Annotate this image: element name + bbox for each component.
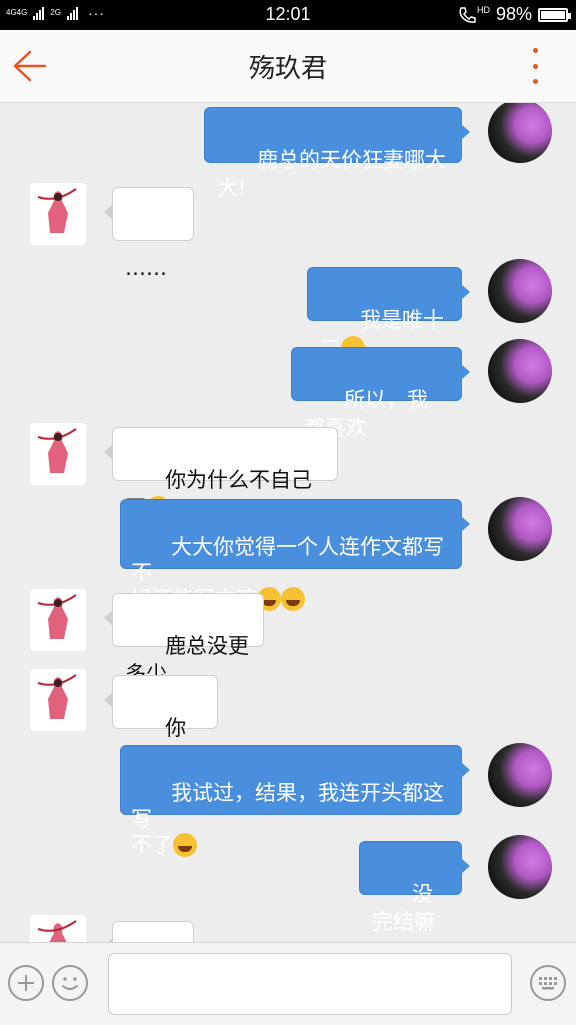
my-avatar[interactable] xyxy=(488,259,552,323)
message-row: 鹿总没更多少 xyxy=(0,589,576,686)
title-bar: 殇玖君 xyxy=(0,30,576,103)
more-dot-icon xyxy=(532,48,538,53)
keyboard-button[interactable] xyxy=(530,965,566,1001)
message-row: 没完结嘛 xyxy=(0,835,576,934)
my-avatar[interactable] xyxy=(488,497,552,561)
message-row: 大大你觉得一个人连作文都写不 好还能写文嘛 xyxy=(0,497,576,611)
contact-avatar-icon xyxy=(37,428,77,473)
emoji-button[interactable] xyxy=(52,965,88,1001)
contact-avatar[interactable] xyxy=(30,915,86,942)
battery-icon xyxy=(538,7,571,22)
contact-avatar-icon xyxy=(37,594,77,639)
message-row-partial xyxy=(0,915,576,942)
message-row: …… xyxy=(0,183,576,280)
message-input[interactable] xyxy=(108,953,512,1015)
message-row: 你确定? xyxy=(0,669,576,768)
battery-fill xyxy=(541,10,565,19)
more-options-button[interactable] xyxy=(530,48,540,84)
hd-label: HD xyxy=(476,4,490,15)
message-row: 所以，我都喜欢 xyxy=(0,339,576,440)
more-dot-icon xyxy=(532,79,538,84)
message-bubble[interactable]: 我是唯十二 xyxy=(307,267,470,360)
contact-avatar[interactable] xyxy=(30,589,86,651)
message-bubble[interactable] xyxy=(104,921,194,942)
chat-title: 殇玖君 xyxy=(248,54,327,84)
add-attachment-button[interactable] xyxy=(8,965,44,1001)
contact-avatar[interactable] xyxy=(30,669,86,731)
message-bubble[interactable]: 我试过，结果，我连开头都这写 不了 xyxy=(120,745,470,857)
message-bubble[interactable]: 你为什么不自己写 xyxy=(104,427,338,520)
contact-avatar[interactable] xyxy=(30,183,86,245)
message-bubble[interactable]: 没完结嘛 xyxy=(359,841,470,934)
message-bubble[interactable]: …… xyxy=(104,187,194,280)
battery-percent: 98% xyxy=(495,4,532,24)
message-bubble[interactable]: 你确定? xyxy=(104,675,218,768)
keyboard-icon xyxy=(539,977,557,990)
message-bubble[interactable]: 鹿总没更多少 xyxy=(104,593,264,686)
contact-avatar-icon xyxy=(37,674,77,719)
message-row: 你为什么不自己写 xyxy=(0,423,576,520)
my-avatar[interactable] xyxy=(488,835,552,899)
smiley-icon xyxy=(62,977,78,990)
message-row: 鹿总的天价狂妻哪大大! xyxy=(0,103,576,200)
message-row: 我是唯十二 xyxy=(0,259,576,360)
status-bar: 4G4G 2G ··· 12:01 HD 98% xyxy=(0,0,576,30)
input-bar xyxy=(0,942,576,1025)
phone-hd-icon xyxy=(459,6,476,23)
contact-avatar-icon xyxy=(37,188,77,233)
more-dot-icon xyxy=(532,63,538,69)
my-avatar[interactable] xyxy=(488,103,552,163)
my-avatar[interactable] xyxy=(488,743,552,807)
message-bubble[interactable]: 鹿总的天价狂妻哪大大! xyxy=(204,107,470,200)
contact-avatar[interactable] xyxy=(30,423,86,485)
status-right: HD 98% xyxy=(457,4,571,25)
contact-avatar-icon xyxy=(37,920,77,942)
message-bubble[interactable]: 所以，我都喜欢 xyxy=(291,347,470,440)
message-row: 我试过，结果，我连开头都这写 不了 xyxy=(0,743,576,857)
my-avatar[interactable] xyxy=(488,339,552,403)
message-bubble[interactable]: 大大你觉得一个人连作文都写不 好还能写文嘛 xyxy=(120,499,470,611)
message-list[interactable]: 鹿总的天价狂妻哪大大! …… 我是唯十二 所以，我都喜欢 xyxy=(0,103,576,942)
